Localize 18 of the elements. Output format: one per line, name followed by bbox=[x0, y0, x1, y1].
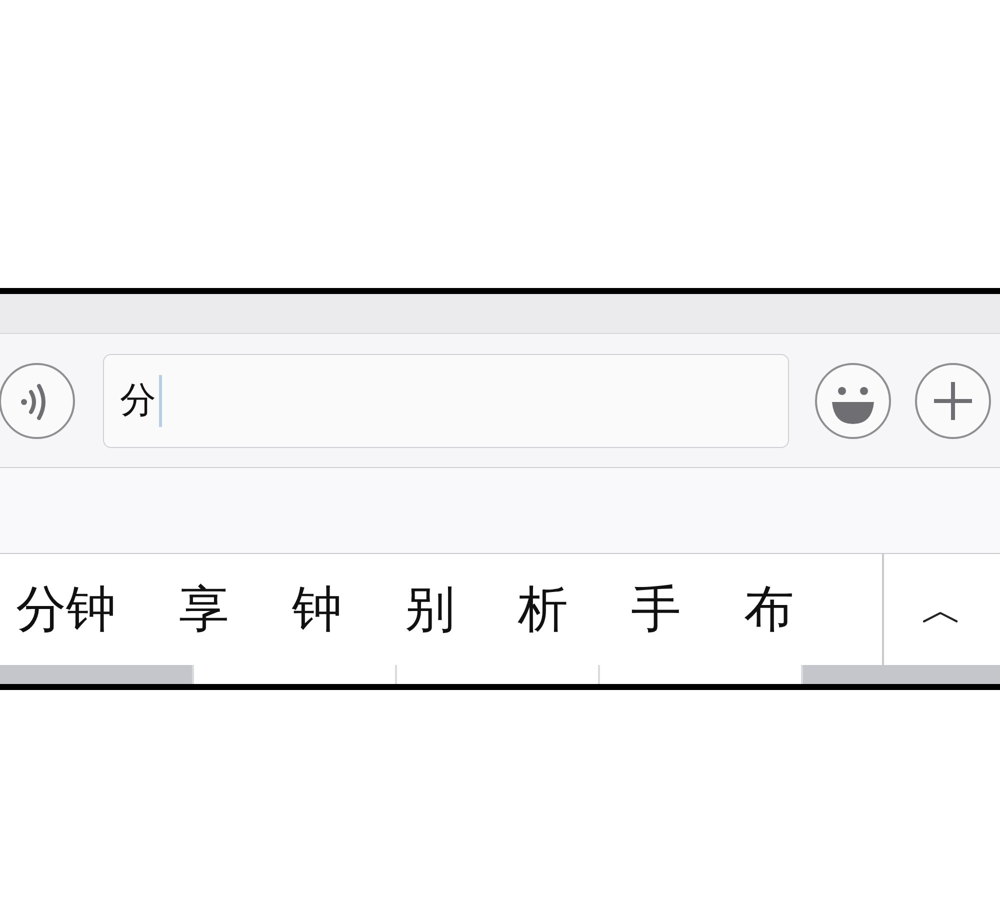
field-value: 分 bbox=[120, 379, 156, 423]
candidate-word[interactable]: 析 bbox=[518, 576, 568, 643]
candidate-word[interactable]: 布 bbox=[744, 576, 794, 643]
candidate-word[interactable]: 手 bbox=[631, 576, 681, 643]
keyboard-key[interactable] bbox=[0, 665, 192, 684]
candidate-word[interactable]: 分钟 bbox=[16, 576, 116, 643]
smiley-icon[interactable] bbox=[814, 362, 892, 440]
voice-icon[interactable] bbox=[0, 362, 76, 440]
candidate-word[interactable]: 钟 bbox=[292, 576, 342, 643]
keyboard-key[interactable] bbox=[397, 665, 598, 684]
keyboard-key[interactable] bbox=[803, 665, 1000, 684]
candidate-word[interactable]: 别 bbox=[405, 576, 455, 643]
text-cursor bbox=[159, 374, 162, 426]
candidate-word[interactable]: 享 bbox=[179, 576, 229, 643]
keyboard-key[interactable] bbox=[600, 665, 801, 684]
keyboard-key[interactable] bbox=[194, 665, 395, 684]
message-field[interactable]: 分 bbox=[103, 354, 789, 448]
plus-icon[interactable] bbox=[914, 362, 992, 440]
